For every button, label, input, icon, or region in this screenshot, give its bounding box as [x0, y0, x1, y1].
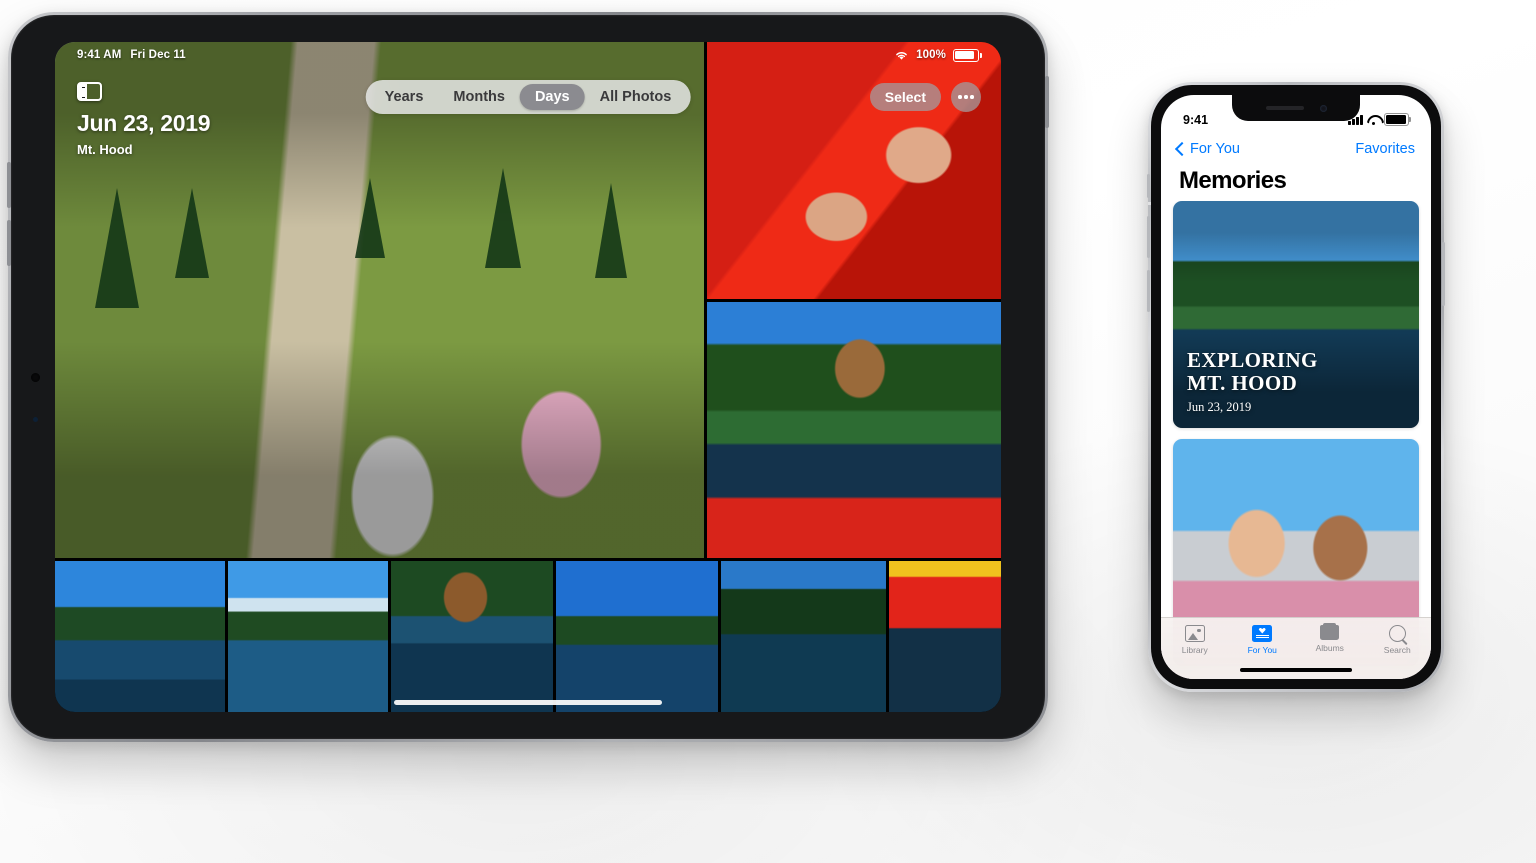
- photo-woman-red-hoodie-canoe[interactable]: [707, 301, 1001, 558]
- tab-search[interactable]: Search: [1364, 625, 1432, 655]
- iphone-mute-switch[interactable]: [1147, 174, 1150, 198]
- photo-image: [721, 561, 886, 712]
- page-title: Memories: [1179, 167, 1287, 194]
- photo-image: [889, 561, 1001, 712]
- search-icon: [1388, 625, 1406, 642]
- photo-paddler-with-mt-hood[interactable]: [228, 561, 388, 712]
- photo-canoe-forest-reflection[interactable]: [721, 561, 886, 712]
- ipad-status-date: Fri Dec 11: [130, 49, 186, 61]
- earpiece-speaker-icon: [1265, 106, 1304, 110]
- photo-image: [391, 561, 553, 712]
- tab-label: Library: [1181, 645, 1208, 655]
- back-button[interactable]: For You: [1174, 141, 1240, 157]
- photo-red-canoe-reflection[interactable]: [889, 561, 1001, 712]
- memory-caption: EXPLORING MT. HOOD Jun 23, 2019: [1187, 347, 1318, 415]
- back-button-label: For You: [1190, 141, 1240, 157]
- battery-icon: [1384, 113, 1412, 126]
- iphone-bezel: 9:41 For You Favorites Memories EXPLORIN…: [1151, 85, 1441, 689]
- timeline-segmented-control[interactable]: Years Months Days All Photos: [365, 80, 691, 114]
- memory-date: Jun 23, 2019: [1187, 400, 1252, 414]
- ipad-screen: 9:41 AM Fri Dec 11 100% Jun 23, 2019 Mt.…: [55, 42, 1001, 712]
- ipad-status-time: 9:41 AM: [77, 49, 122, 61]
- photo-overlay-gradient: [55, 42, 704, 558]
- ellipsis-icon[interactable]: [951, 82, 981, 112]
- iphone-volume-up-button[interactable]: [1147, 216, 1150, 258]
- iphone-power-button[interactable]: [1442, 242, 1445, 306]
- ipad-bezel: 9:41 AM Fri Dec 11 100% Jun 23, 2019 Mt.…: [11, 15, 1045, 739]
- ipad-home-indicator[interactable]: [394, 700, 662, 705]
- ipad-power-button[interactable]: [1045, 76, 1049, 128]
- iphone-status-time: 9:41: [1183, 112, 1209, 127]
- decor-tree: [485, 168, 521, 268]
- memory-title-line-1: EXPLORING: [1187, 347, 1318, 372]
- photo-portrait-red-hoodie[interactable]: [391, 561, 553, 712]
- tab-albums[interactable]: Albums: [1296, 622, 1364, 653]
- scene-background: 9:41 AM Fri Dec 11 100% Jun 23, 2019 Mt.…: [0, 0, 1536, 863]
- decor-tree: [95, 188, 139, 308]
- for-you-icon: [1252, 625, 1273, 642]
- favorites-button[interactable]: Favorites: [1355, 141, 1415, 157]
- ipad-device: 9:41 AM Fri Dec 11 100% Jun 23, 2019 Mt.…: [7, 12, 1049, 742]
- memory-title-line-2: MT. HOOD: [1187, 371, 1298, 396]
- tab-label: Albums: [1315, 643, 1344, 653]
- chevron-left-icon: [1174, 141, 1190, 157]
- decor-tree: [355, 178, 385, 258]
- iphone-volume-down-button[interactable]: [1147, 270, 1150, 312]
- iphone-device: 9:41 For You Favorites Memories EXPLORIN…: [1147, 82, 1445, 692]
- iphone-screen: 9:41 For You Favorites Memories EXPLORIN…: [1161, 95, 1431, 679]
- photo-canoe-on-lake-wide[interactable]: [55, 561, 225, 712]
- tab-library[interactable]: Library: [1161, 625, 1229, 655]
- memories-list[interactable]: EXPLORING MT. HOOD Jun 23, 2019: [1161, 201, 1431, 679]
- iphone-home-indicator[interactable]: [1240, 667, 1352, 672]
- photo-grid-right-column: [707, 42, 1001, 558]
- photo-hero-hikers-on-mountain-trail[interactable]: [55, 42, 704, 558]
- photo-grid-bottom-row: [55, 561, 1001, 712]
- iphone-nav-bar: For You Favorites: [1161, 135, 1431, 163]
- ipad-front-camera-icon: [31, 373, 40, 382]
- tab-label: For You: [1247, 645, 1277, 655]
- select-button[interactable]: Select: [869, 83, 941, 111]
- albums-icon: [1320, 622, 1340, 640]
- front-camera-icon: [1319, 104, 1327, 112]
- photo-image: [55, 561, 225, 712]
- memory-card-exploring-mt-hood[interactable]: EXPLORING MT. HOOD Jun 23, 2019: [1173, 201, 1419, 428]
- tab-label: Search: [1383, 645, 1411, 655]
- iphone-notch: [1232, 95, 1360, 121]
- decor-tree: [175, 188, 209, 278]
- wifi-icon: [1367, 115, 1380, 125]
- segment-months[interactable]: Months: [438, 84, 520, 110]
- segment-all-photos[interactable]: All Photos: [585, 84, 687, 110]
- photo-canoe-distant-lake[interactable]: [556, 561, 718, 712]
- photo-image: [556, 561, 718, 712]
- photo-image: [707, 301, 1001, 558]
- photo-image: [228, 561, 388, 712]
- photo-grid-top-row: [55, 42, 1001, 558]
- decor-tree: [595, 183, 627, 278]
- segment-days[interactable]: Days: [519, 84, 585, 110]
- wifi-icon: [896, 52, 908, 60]
- photo-image: [707, 42, 1001, 299]
- ipad-battery-percent: 100%: [916, 49, 946, 61]
- photo-hands-on-red-canoe[interactable]: [707, 42, 1001, 299]
- ipad-sensor-icon: [33, 417, 38, 422]
- tab-for-you[interactable]: For You: [1229, 625, 1297, 655]
- segment-years[interactable]: Years: [370, 84, 439, 110]
- ipad-status-bar: 9:41 AM Fri Dec 11 100%: [55, 42, 1001, 68]
- ipad-toolbar-actions: Select: [869, 82, 981, 112]
- photo-grid: [55, 42, 1001, 712]
- photos-library-icon: [1184, 625, 1205, 642]
- battery-icon: [953, 48, 982, 62]
